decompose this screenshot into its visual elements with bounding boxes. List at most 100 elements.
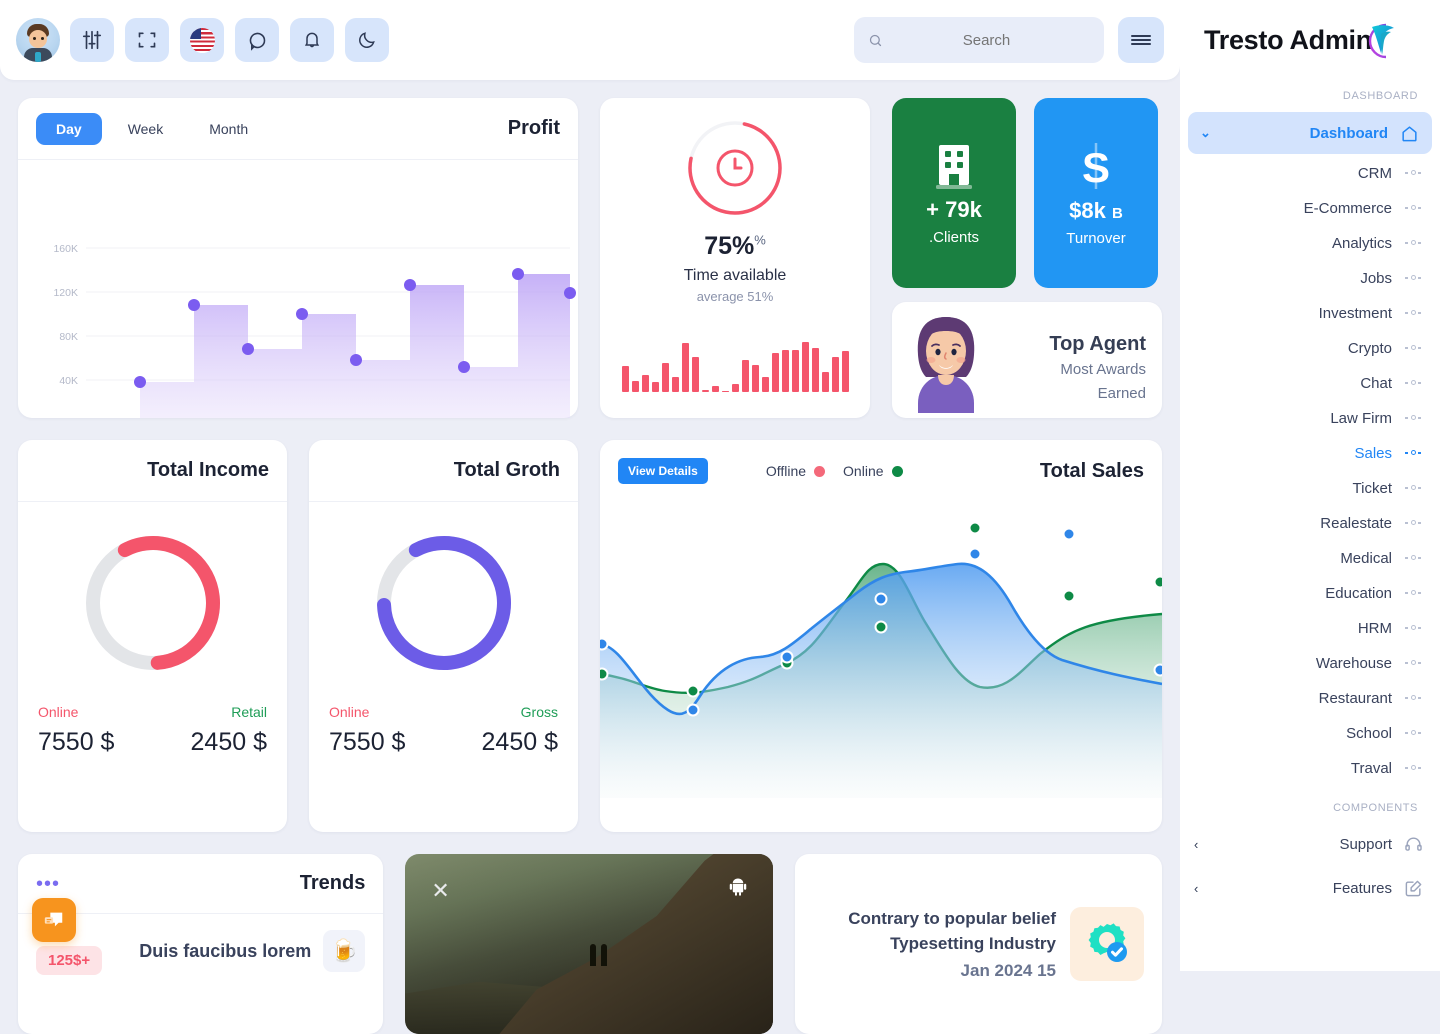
brand-logo-area[interactable]: Tresto Admin: [1180, 0, 1440, 80]
bullet-dot-icon: [1402, 729, 1424, 739]
sidebar-item-medical[interactable]: Medical: [1180, 541, 1440, 576]
chevron-down-icon: ⌄: [1200, 125, 1211, 140]
sidebar-item-label: Investment: [1318, 305, 1392, 322]
sidebar-item-education[interactable]: Education: [1180, 576, 1440, 611]
chat-bubble-icon: [249, 32, 265, 51]
sidebar-item-traval[interactable]: Traval: [1180, 751, 1440, 786]
sidebar-item-realestate[interactable]: Realestate: [1180, 506, 1440, 541]
sidebar-item-jobs[interactable]: Jobs: [1180, 261, 1440, 296]
top-agent-subtitle-line1: Most Awards: [1060, 360, 1146, 378]
time-activity-bars: [621, 320, 849, 392]
dashboard-row-2: Total Income Online Retail 7550 $ 2450 $: [18, 440, 1162, 832]
bullet-dot-icon: [1402, 169, 1424, 179]
bullet-dot-icon: [1402, 694, 1424, 704]
stat-label-turnover: Turnover: [1066, 229, 1126, 247]
sidebar-item-school[interactable]: School: [1180, 716, 1440, 751]
sidebar-toggle-button[interactable]: [1118, 17, 1164, 63]
stat-tile-turnover[interactable]: S $8k B Turnover: [1034, 98, 1158, 288]
tab-month[interactable]: Month: [189, 113, 268, 145]
sidebar-item-label: Dashboard: [1309, 124, 1388, 142]
time-available-label: Time available: [683, 267, 787, 284]
sidebar-item-support[interactable]: ‹ Support: [1180, 822, 1440, 866]
messages-icon-button[interactable]: [235, 18, 279, 62]
sidebar-item-label: Medical: [1340, 550, 1392, 567]
total-income-values: 7550 $ 2450 $: [38, 728, 267, 757]
bullet-dot-icon: [1402, 344, 1424, 354]
dashboard-row-3: ••• Trends Duis faucibus lorem 🍺 125$+ ✕…: [18, 854, 1162, 1034]
sidebar-item-label: Sales: [1354, 445, 1392, 462]
total-growth-values: 7550 $ 2450 $: [329, 728, 558, 757]
sidebar: Tresto Admin DASHBOARD ⌄ Dashboard CRM E…: [1180, 0, 1440, 971]
notifications-icon-button[interactable]: [290, 18, 334, 62]
sidebar-item-warehouse[interactable]: Warehouse: [1180, 646, 1440, 681]
view-details-button[interactable]: View Details: [618, 458, 708, 484]
sidebar-item-analytics[interactable]: Analytics: [1180, 226, 1440, 261]
sidebar-item-restaurant[interactable]: Restaurant: [1180, 681, 1440, 716]
time-percent: 75%%: [704, 232, 766, 260]
sidebar-item-features[interactable]: ‹ Features: [1180, 866, 1440, 910]
total-sales-card: View Details Offline Online Total Sales: [600, 440, 1162, 832]
total-sales-header: View Details Offline Online Total Sales: [600, 440, 1162, 502]
profit-chart-card: Day Week Month Profit 160K 120K 80K 40K: [18, 98, 579, 448]
user-avatar[interactable]: [16, 18, 60, 62]
total-income-body: Online Retail 7550 $ 2450 $: [18, 502, 287, 757]
search-box[interactable]: [854, 17, 1104, 63]
svg-text:S: S: [1082, 144, 1110, 191]
stat-value-clients: + 79k: [926, 196, 982, 222]
photo-promo-card[interactable]: ✕: [405, 854, 773, 1034]
sidebar-item-label: Warehouse: [1315, 655, 1392, 672]
bullet-dot-icon: [1402, 274, 1424, 284]
sidebar-item-investment[interactable]: Investment: [1180, 296, 1440, 331]
profit-area-fill: [86, 274, 570, 424]
tab-week[interactable]: Week: [108, 113, 184, 145]
sidebar-item-dashboard[interactable]: ⌄ Dashboard: [1188, 112, 1432, 154]
sidebar-item-law-firm[interactable]: Law Firm: [1180, 401, 1440, 436]
chevron-left-icon: ‹: [1194, 836, 1199, 852]
trends-item-text: Duis faucibus lorem: [139, 940, 312, 961]
total-income-legend: Online Retail: [38, 704, 267, 720]
bullet-dot-icon: [1402, 519, 1424, 529]
fullscreen-icon-button[interactable]: [125, 18, 169, 62]
sidebar-item-crypto[interactable]: Crypto: [1180, 331, 1440, 366]
total-growth-header: Total Groth: [309, 440, 578, 502]
bullet-dot-icon: [1402, 659, 1424, 669]
news-card[interactable]: Contrary to popular belief Typesetting I…: [794, 854, 1162, 1034]
sidebar-item-label: Support: [1339, 835, 1392, 853]
tab-day[interactable]: Day: [36, 112, 102, 145]
search-input[interactable]: [883, 31, 1090, 49]
stat-tile-clients[interactable]: + 79k .Clients: [892, 98, 1016, 288]
close-icon[interactable]: ✕: [431, 880, 449, 902]
sidebar-item-hrm[interactable]: HRM: [1180, 611, 1440, 646]
language-flag-button[interactable]: [180, 18, 224, 62]
tresto-logo-icon: [1360, 17, 1406, 63]
sidebar-item-label: Restaurant: [1318, 690, 1392, 707]
time-ring: [681, 114, 789, 222]
hamburger-icon: [1131, 32, 1151, 48]
bullet-dot-icon: [1402, 204, 1424, 214]
dark-mode-toggle-button[interactable]: [345, 18, 389, 62]
sidebar-item-label: Education: [1325, 585, 1392, 602]
bullet-dot-icon: [1402, 239, 1424, 249]
sidebar-item-ticket[interactable]: Ticket: [1180, 471, 1440, 506]
sidebar-item-label: Realestate: [1320, 515, 1392, 532]
sidebar-item-sales[interactable]: Sales: [1180, 436, 1440, 471]
sidebar-item-crm[interactable]: CRM: [1180, 156, 1440, 191]
time-average-label: average 51%: [696, 289, 774, 304]
total-sales-title: Total Sales: [1039, 459, 1144, 482]
bullet-dot-icon: [1402, 764, 1424, 774]
sliders-icon-button[interactable]: [70, 18, 114, 62]
sidebar-item-chat[interactable]: Chat: [1180, 366, 1440, 401]
top-agent-subtitle-line2: Earned: [1097, 384, 1146, 402]
sidebar-item-label: Ticket: [1352, 480, 1392, 497]
total-growth-donut-chart: [376, 536, 511, 670]
sidebar-item-label: Jobs: [1360, 270, 1392, 287]
bell-icon: [304, 32, 320, 48]
sidebar-item-e-commerce[interactable]: E-Commerce: [1180, 191, 1440, 226]
flag-us-icon: [189, 27, 215, 53]
edit-square-icon: [1402, 879, 1424, 898]
bullet-dot-icon: [1402, 309, 1424, 319]
bullet-dot-icon: [1402, 379, 1424, 389]
total-growth-title: Total Groth: [453, 459, 560, 481]
sidebar-item-label: Crypto: [1347, 340, 1392, 357]
chat-support-fab-button[interactable]: [32, 898, 76, 942]
